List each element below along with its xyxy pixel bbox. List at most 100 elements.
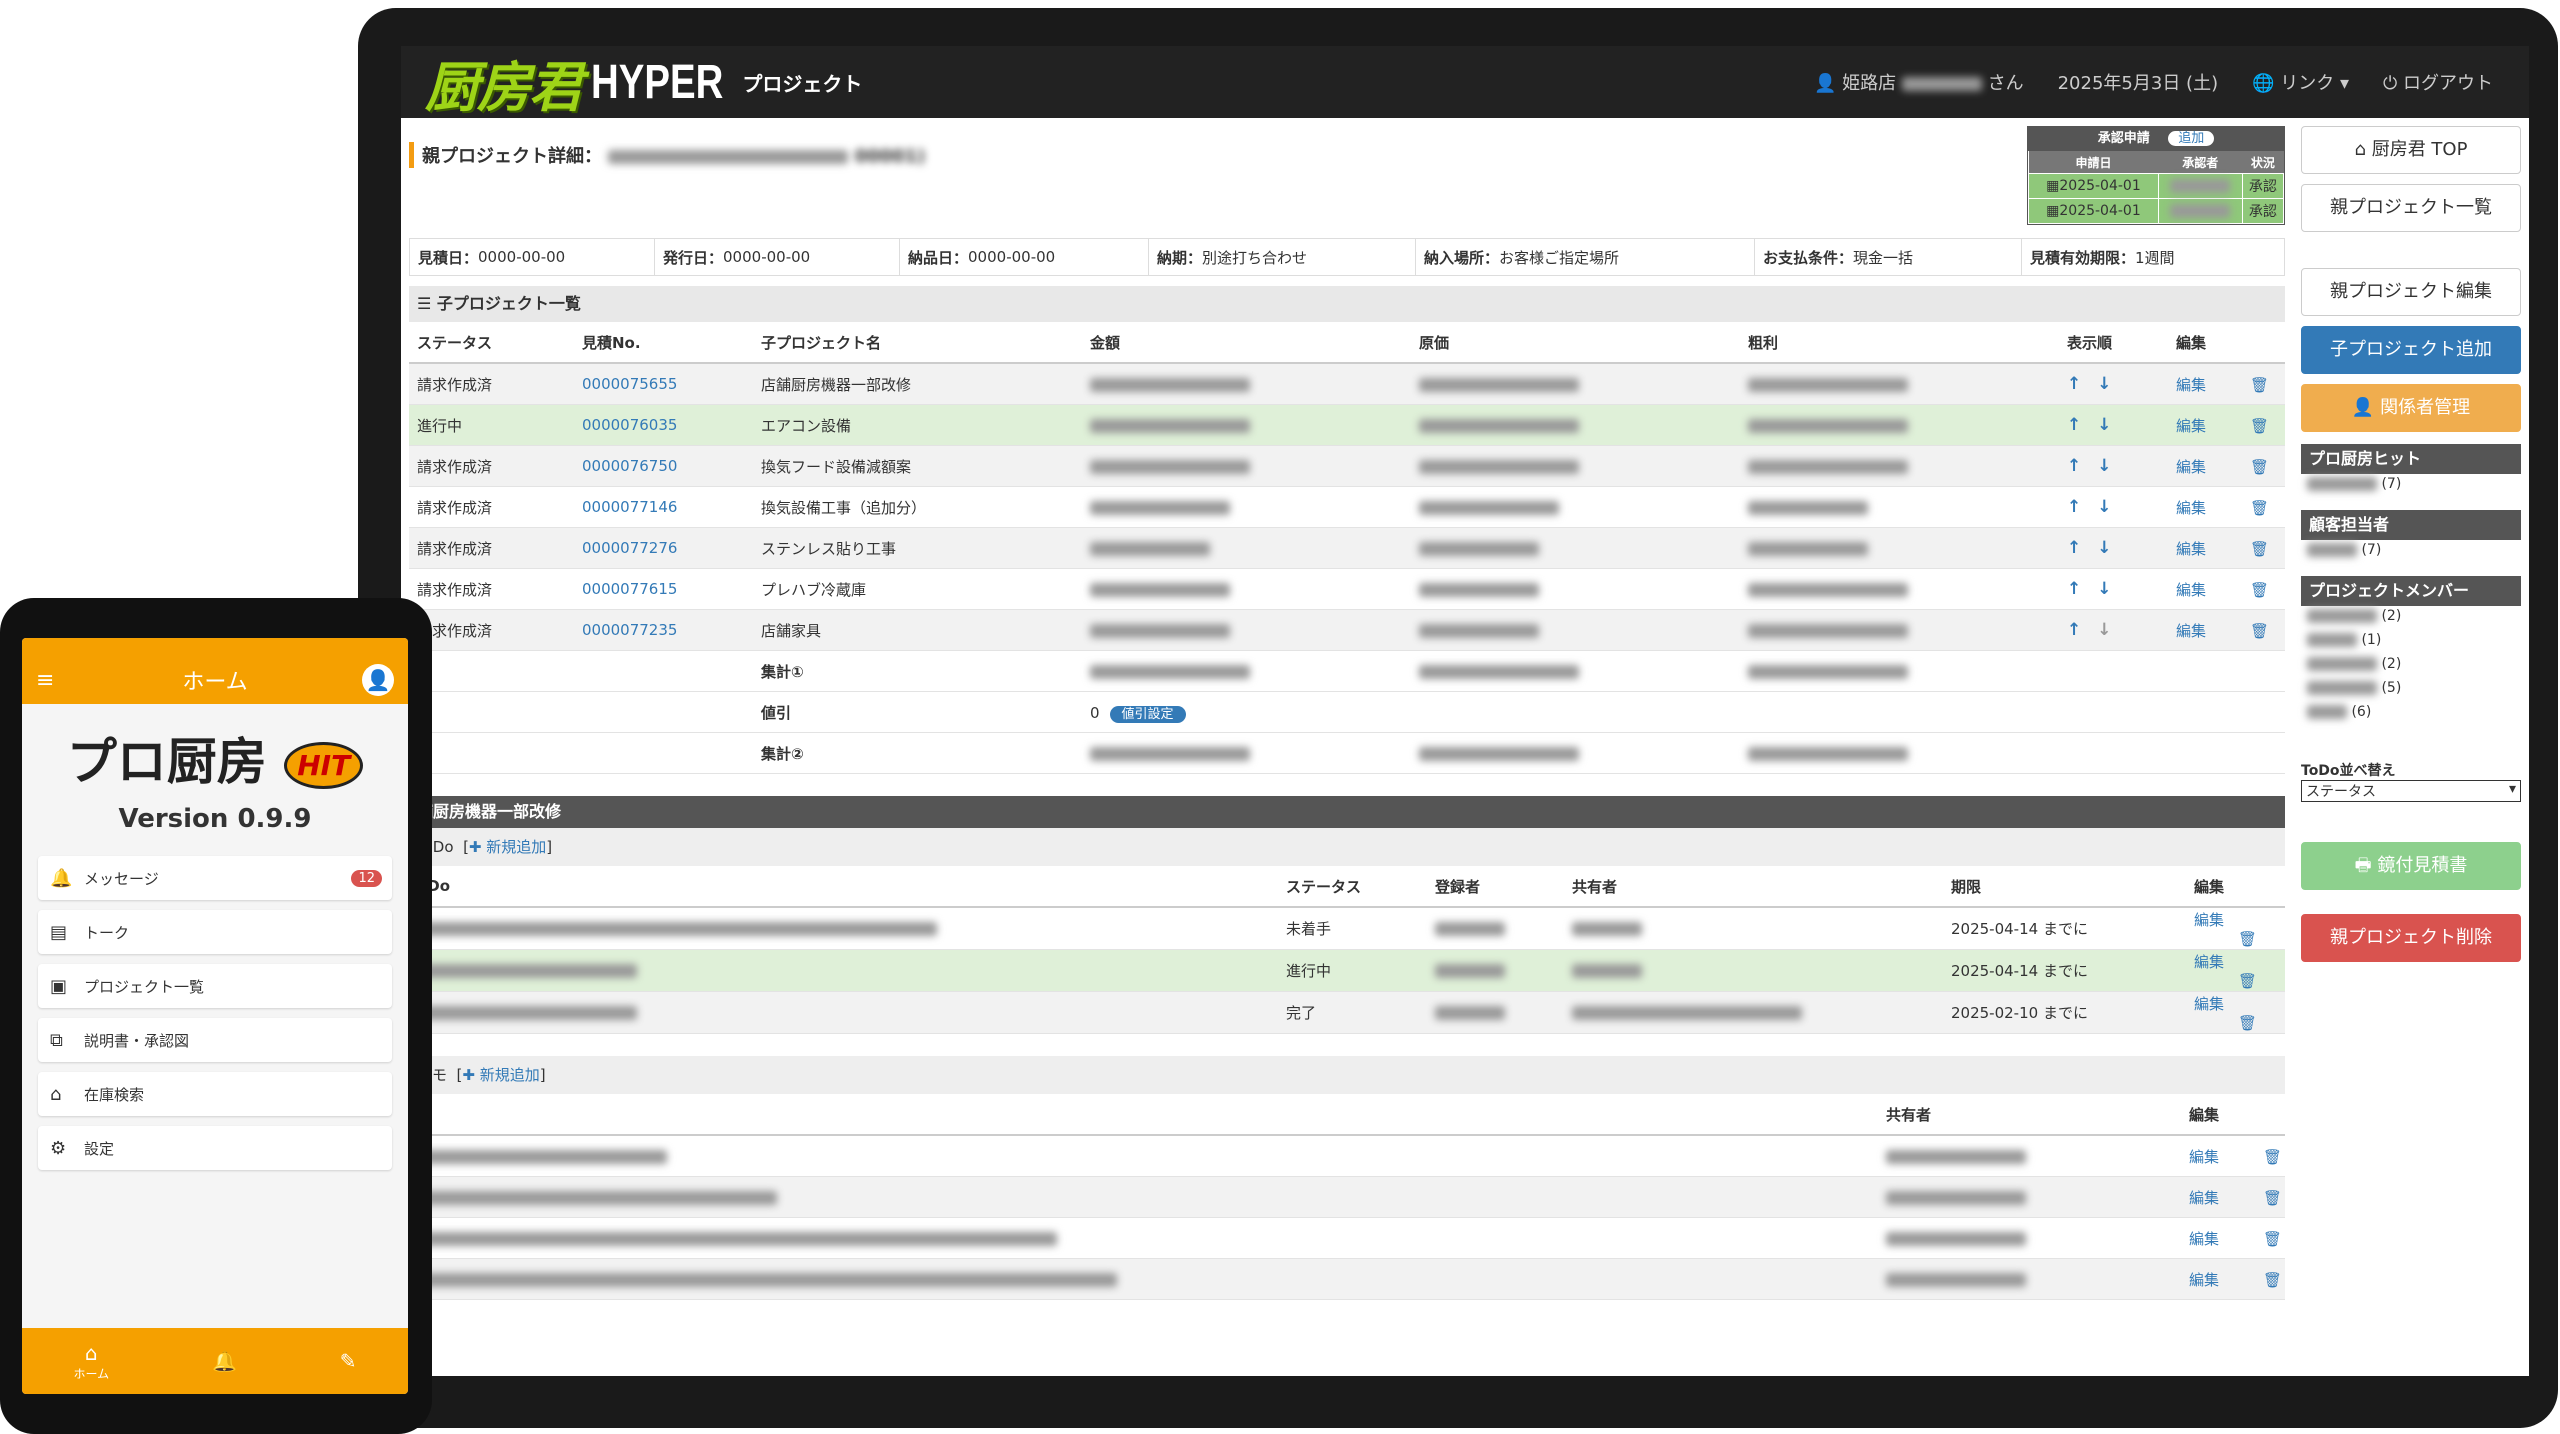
relations-button[interactable]: 👤 関係者管理 — [2301, 384, 2521, 432]
arrow-down-icon[interactable]: ↓ — [2097, 374, 2111, 394]
phone-menu-label: プロジェクト一覧 — [84, 977, 205, 996]
edit-link[interactable]: 編集 — [2176, 540, 2206, 558]
trash-icon[interactable]: 🗑 — [2250, 540, 2269, 558]
arrow-up-icon[interactable]: ↑ — [2067, 538, 2081, 558]
edit-link[interactable]: 編集 — [2176, 417, 2206, 435]
quote-button[interactable]: 🖶 鏡付見積書 — [2301, 842, 2521, 890]
memo-add-link[interactable]: ✚ 新規追加 — [462, 1066, 539, 1084]
phone-menu-label: 設定 — [84, 1139, 115, 1158]
parent-edit-button[interactable]: 親プロジェクト編集 — [2301, 268, 2521, 316]
todo-add-link[interactable]: ✚ 新規追加 — [469, 838, 546, 856]
edit-link[interactable]: 編集 — [2189, 1271, 2219, 1289]
trash-icon[interactable]: 🗑 — [2238, 1014, 2257, 1032]
sharer-blurred — [1572, 964, 1642, 978]
profit-blurred — [1748, 500, 1868, 515]
phone-menu-settings[interactable]: ⚙ 設定 — [38, 1126, 392, 1170]
discount-label: 値引 — [753, 691, 1082, 733]
add-child-button[interactable]: 子プロジェクト追加 — [2301, 326, 2521, 374]
row-estimate-link[interactable]: 0000075655 — [574, 363, 753, 405]
member-name-blurred — [2307, 705, 2347, 719]
discount-value: 0 — [1090, 703, 1100, 722]
phone-menu-documents[interactable]: ⧉ 説明書・承認図 — [38, 1018, 392, 1062]
arrow-down-icon[interactable]: ↓ — [2097, 456, 2111, 476]
trash-icon[interactable]: 🗑 — [2263, 1148, 2282, 1166]
discount-setting-button[interactable]: 値引設定 — [1109, 705, 1186, 723]
arrow-up-icon[interactable]: ↑ — [2067, 579, 2081, 599]
trash-icon[interactable]: 🗑 — [2263, 1271, 2282, 1289]
edit-link[interactable]: 編集 — [2176, 499, 2206, 517]
approval-add-button[interactable]: 追加 — [2168, 131, 2215, 146]
list-icon: ☰ — [417, 294, 432, 313]
todo-sort-select[interactable]: ステータス ▾ — [2301, 780, 2521, 802]
row-estimate-link[interactable]: 0000076750 — [574, 445, 753, 487]
link-menu[interactable]: 🌐 リンク ▾ — [2252, 69, 2349, 95]
row-estimate-link[interactable]: 0000076035 — [574, 404, 753, 446]
trash-icon[interactable]: 🗑 — [2250, 417, 2269, 435]
nav-notifications[interactable]: 🔔 — [212, 1349, 237, 1373]
bell-icon: 🔔 — [50, 867, 73, 889]
edit-link[interactable]: 編集 — [2176, 622, 2206, 640]
row-estimate-link[interactable]: 0000077276 — [574, 527, 753, 569]
phone-menu-label: 説明書・承認図 — [84, 1031, 190, 1050]
home-icon: ⌂ — [2354, 139, 2366, 160]
edit-link[interactable]: 編集 — [2194, 953, 2224, 971]
logout-button[interactable]: ⏻ ログアウト — [2383, 69, 2493, 95]
phone-menu-talk[interactable]: ▤ トーク — [38, 910, 392, 954]
todo-row: 完了 2025-02-10 までに 編集 🗑 — [409, 991, 2285, 1034]
trash-icon[interactable]: 🗑 — [2250, 376, 2269, 394]
trash-icon[interactable]: 🗑 — [2263, 1189, 2282, 1207]
member-name-blurred — [2307, 681, 2377, 695]
arrow-up-icon[interactable]: ↑ — [2067, 497, 2081, 517]
todo-sort-value: ステータス — [2306, 784, 2376, 800]
app-logo[interactable]: 厨房君 HYPER — [425, 46, 756, 122]
arrow-up-icon[interactable]: ↑ — [2067, 620, 2081, 640]
arrow-down-icon[interactable]: ↓ — [2097, 497, 2111, 517]
trash-icon[interactable]: 🗑 — [2238, 972, 2257, 990]
trash-icon[interactable]: 🗑 — [2238, 930, 2257, 948]
edit-link[interactable]: 編集 — [2189, 1230, 2219, 1248]
row-estimate-link[interactable]: 0000077615 — [574, 568, 753, 610]
arrow-down-icon[interactable]: ↓ — [2097, 538, 2111, 558]
edit-link[interactable]: 編集 — [2176, 376, 2206, 394]
edit-link[interactable]: 編集 — [2176, 458, 2206, 476]
approval-status: 承認 — [2241, 173, 2285, 199]
phone-menu-stock[interactable]: ⌂ 在庫検索 — [38, 1072, 392, 1116]
col-todo: oDo — [409, 866, 1278, 908]
trash-icon[interactable]: 🗑 — [2250, 458, 2269, 476]
top-button[interactable]: ⌂ 厨房君 TOP — [2301, 126, 2521, 174]
approval-date: 2025-04-01 — [2059, 178, 2141, 194]
trash-icon[interactable]: 🗑 — [2250, 581, 2269, 599]
edit-link[interactable]: 編集 — [2189, 1148, 2219, 1166]
hamburger-icon[interactable]: ≡ — [36, 668, 54, 693]
avatar-icon[interactable]: 👤 — [362, 664, 394, 696]
nav-project[interactable]: プロジェクト — [742, 68, 862, 97]
row-estimate-link[interactable]: 0000077146 — [574, 486, 753, 528]
trash-icon[interactable]: 🗑 — [2250, 499, 2269, 517]
trash-icon[interactable]: 🗑 — [2250, 622, 2269, 640]
deadline-value: 別途打ち合わせ — [1202, 248, 1308, 267]
col-due: 期限 — [1943, 866, 2186, 908]
arrow-down-icon[interactable]: ↓ — [2097, 415, 2111, 435]
arrow-up-icon[interactable]: ↑ — [2067, 456, 2081, 476]
profit-blurred — [1748, 541, 1868, 556]
edit-link[interactable]: 編集 — [2194, 995, 2224, 1013]
memo-text-blurred — [417, 1231, 1057, 1246]
edit-link[interactable]: 編集 — [2176, 581, 2206, 599]
arrow-up-icon[interactable]: ↑ — [2067, 374, 2081, 394]
phone-menu-projects[interactable]: ▣ プロジェクト一覧 — [38, 964, 392, 1008]
phone-menu-messages[interactable]: 🔔 メッセージ 12 — [38, 856, 392, 900]
row-estimate-link[interactable]: 0000077235 — [574, 609, 753, 651]
arrow-down-icon[interactable]: ↓ — [2097, 579, 2111, 599]
child-project-table: ステータス 見積No. 子プロジェクト名 金額 原価 粗利 表示順 編集 請求作… — [409, 322, 2285, 774]
edit-link[interactable]: 編集 — [2189, 1189, 2219, 1207]
arrow-up-icon[interactable]: ↑ — [2067, 415, 2081, 435]
nav-edit[interactable]: ✎ — [340, 1349, 357, 1373]
delete-parent-button[interactable]: 親プロジェクト削除 — [2301, 914, 2521, 962]
trash-icon[interactable]: 🗑 — [2263, 1230, 2282, 1248]
hit-name-blurred — [2307, 477, 2377, 491]
edit-link[interactable]: 編集 — [2194, 911, 2224, 929]
profit-blurred — [1748, 582, 1908, 597]
top-button-label: 厨房君 TOP — [2371, 139, 2468, 160]
nav-home[interactable]: ⌂ ホーム — [73, 1341, 109, 1382]
parent-list-button[interactable]: 親プロジェクト一覧 — [2301, 184, 2521, 232]
